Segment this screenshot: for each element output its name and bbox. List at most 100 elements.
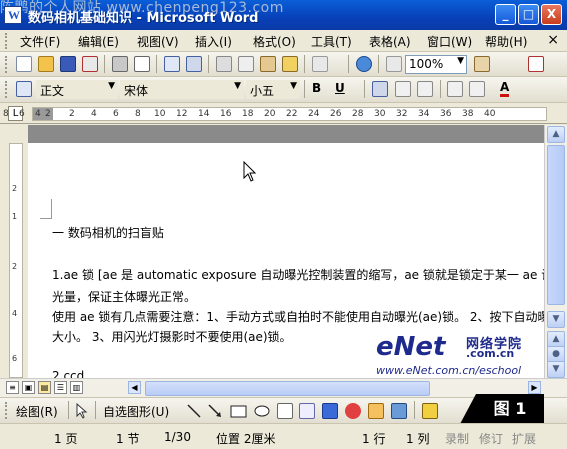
insert-picture-icon[interactable] xyxy=(391,403,407,419)
vertical-scroll-thumb[interactable] xyxy=(547,145,565,305)
doc-paragraph-line[interactable]: 使用 ae 锁有几点需要注意：1、手动方式或自拍时不能使用自动曝光(ae)锁。 … xyxy=(52,308,544,325)
styles-pane-icon[interactable] xyxy=(16,81,32,97)
toolbar-grip[interactable] xyxy=(5,402,8,419)
draw-menu-button[interactable]: 绘图(R) xyxy=(16,403,58,420)
minimize-button[interactable]: _ xyxy=(495,4,516,25)
enet-logo: eNet 网络学院 .com.cn www.eNet.com.cn/eschoo… xyxy=(376,332,544,378)
vruler-track[interactable]: 2 1 2 4 6 xyxy=(9,143,23,378)
permission-icon[interactable] xyxy=(82,56,98,72)
hyperlink-icon[interactable] xyxy=(356,56,372,72)
status-record[interactable]: 录制 xyxy=(445,430,469,447)
scroll-left-icon[interactable]: ◀ xyxy=(128,381,141,394)
show-formatting-icon[interactable] xyxy=(386,56,402,72)
underline-button[interactable]: U xyxy=(335,81,345,95)
doc-paragraph-line[interactable]: 2.ccd xyxy=(52,369,84,378)
clipart-icon[interactable] xyxy=(368,403,384,419)
doc-paragraph-line[interactable]: 1.ae 锁 [ae 是 automatic exposure 自动曝光控制装置… xyxy=(52,266,544,283)
copy-icon[interactable] xyxy=(238,56,254,72)
doc-paragraph-line[interactable]: 光量，保证主体曝光正常。 xyxy=(52,288,196,305)
spelling-icon[interactable] xyxy=(164,56,180,72)
paste-icon[interactable] xyxy=(260,56,276,72)
menu-help[interactable]: 帮助(H) xyxy=(485,33,527,50)
status-extend[interactable]: 扩展 xyxy=(512,430,536,447)
save-icon[interactable] xyxy=(60,56,76,72)
scroll-up-icon[interactable]: ▲ xyxy=(547,126,565,143)
align-justify-icon[interactable] xyxy=(372,81,388,97)
ruler-track[interactable]: 8 6 4 2 2 4 6 8 10 12 14 16 18 20 22 24 … xyxy=(3,107,547,121)
web-view-icon[interactable]: ▣ xyxy=(22,381,35,394)
font-color-icon[interactable]: A xyxy=(500,81,510,97)
reading-view-icon[interactable]: ▥ xyxy=(70,381,83,394)
align-right-icon[interactable] xyxy=(417,81,433,97)
font-value: 宋体 xyxy=(124,84,149,98)
horizontal-scroll-thumb[interactable] xyxy=(145,381,430,396)
style-select[interactable]: 正文 ▼ xyxy=(36,80,118,99)
close-document-icon[interactable]: × xyxy=(547,32,559,48)
vertical-textbox-icon[interactable] xyxy=(299,403,315,419)
undo-icon[interactable] xyxy=(312,56,328,72)
vruler-tick: 6 xyxy=(12,354,18,363)
menu-view[interactable]: 视图(V) xyxy=(137,33,179,50)
page-corner-mark xyxy=(40,199,52,219)
fill-color-icon[interactable] xyxy=(422,403,438,419)
diagram-icon[interactable] xyxy=(345,403,361,419)
print-icon[interactable] xyxy=(112,56,128,72)
chevron-down-icon: ▼ xyxy=(234,81,241,91)
toolbar-separator xyxy=(208,55,209,73)
zoom-select[interactable]: 100% ▼ xyxy=(405,55,467,74)
scroll-right-icon[interactable]: ▶ xyxy=(528,381,541,394)
reading-mode-icon[interactable] xyxy=(474,56,490,72)
menubar-grip[interactable] xyxy=(5,33,8,49)
autoshapes-menu-button[interactable]: 自选图形(U) xyxy=(103,403,169,420)
status-track-changes[interactable]: 修订 xyxy=(479,430,503,447)
arrow-icon[interactable] xyxy=(207,403,223,419)
ruler-tick: 4 xyxy=(91,109,97,119)
chevron-down-icon: ▼ xyxy=(108,81,115,91)
wordart-icon[interactable] xyxy=(322,403,338,419)
word-app-icon[interactable] xyxy=(4,6,22,24)
ruler-tick: 8 xyxy=(135,109,141,119)
textbox-icon[interactable] xyxy=(277,403,293,419)
menu-insert[interactable]: 插入(I) xyxy=(195,33,232,50)
print-preview-icon[interactable] xyxy=(134,56,150,72)
pdf-icon[interactable] xyxy=(528,56,544,72)
research-icon[interactable] xyxy=(186,56,202,72)
numbering-icon[interactable] xyxy=(447,81,463,97)
bold-button[interactable]: B xyxy=(312,81,321,95)
print-view-icon[interactable]: ▤ xyxy=(38,381,51,394)
menu-format[interactable]: 格式(O) xyxy=(253,33,296,50)
menu-tools[interactable]: 工具(T) xyxy=(311,33,352,50)
font-size-select[interactable]: 小五 ▼ xyxy=(246,80,300,99)
ruler-tick: 22 xyxy=(286,109,298,119)
rectangle-icon[interactable] xyxy=(230,403,247,419)
line-icon[interactable] xyxy=(186,403,202,419)
menu-table[interactable]: 表格(A) xyxy=(369,33,411,50)
font-select[interactable]: 宋体 ▼ xyxy=(120,80,244,99)
vertical-scrollbar[interactable]: ▲ ▼ ▲ ● ▼ xyxy=(544,125,567,378)
next-page-icon[interactable]: ▼ xyxy=(547,361,565,378)
scroll-down-icon[interactable]: ▼ xyxy=(547,311,565,328)
zoom-value: 100% xyxy=(409,57,444,71)
toolbar-grip[interactable] xyxy=(5,56,8,73)
select-objects-icon[interactable] xyxy=(74,402,90,419)
normal-view-icon[interactable]: ≡ xyxy=(6,381,19,394)
maximize-button[interactable]: □ xyxy=(518,4,539,25)
doc-paragraph-line[interactable]: 大小。 3、用闪光灯摄影时不要使用(ae)锁。 xyxy=(52,328,292,345)
close-button[interactable]: X xyxy=(541,4,562,25)
menu-window[interactable]: 窗口(W) xyxy=(427,33,472,50)
toolbar-separator xyxy=(378,55,379,73)
oval-icon[interactable] xyxy=(253,403,270,419)
ruler-tick: 38 xyxy=(462,109,474,119)
menu-edit[interactable]: 编辑(E) xyxy=(78,33,119,50)
format-painter-icon[interactable] xyxy=(282,56,298,72)
cut-icon[interactable] xyxy=(216,56,232,72)
open-folder-icon[interactable] xyxy=(38,56,54,72)
doc-heading[interactable]: 一 数码相机的扫盲贴 xyxy=(52,224,164,241)
align-center-icon[interactable] xyxy=(395,81,411,97)
bullets-icon[interactable] xyxy=(469,81,485,97)
new-document-icon[interactable] xyxy=(16,56,32,72)
menu-file[interactable]: 文件(F) xyxy=(20,33,60,50)
outline-view-icon[interactable]: ☰ xyxy=(54,381,67,394)
toolbar-grip[interactable] xyxy=(5,81,8,98)
status-page-count: 1/30 xyxy=(164,430,191,444)
